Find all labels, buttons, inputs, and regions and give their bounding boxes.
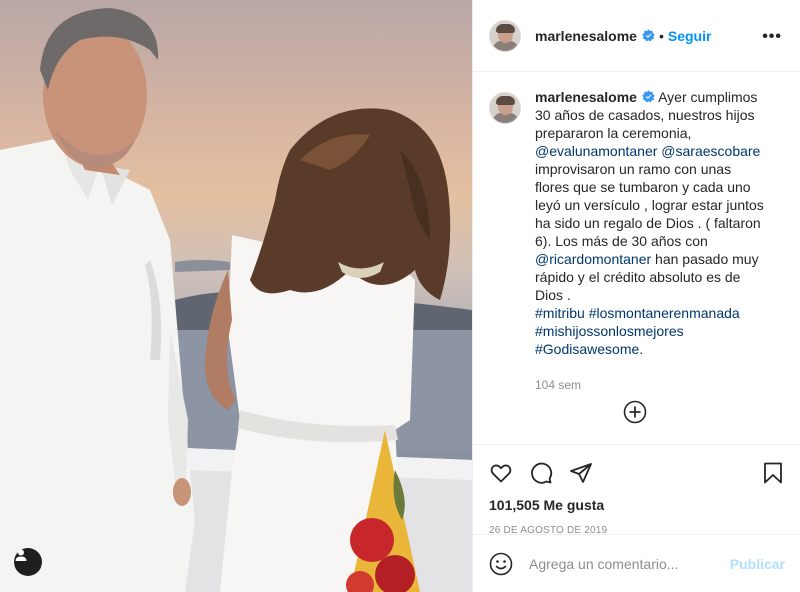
post-side-panel: marlenesalome • Seguir ••• marlenesalome…: [472, 0, 800, 592]
hashtag-link[interactable]: #mitribu: [535, 305, 585, 321]
separator-dot: •: [658, 27, 664, 44]
caption-time-ago[interactable]: 104 sem: [535, 376, 769, 394]
mention-link[interactable]: @evalunamontaner: [535, 143, 657, 159]
post-header: marlenesalome • Seguir •••: [473, 0, 800, 72]
caption-block: marlenesalome Ayer cumplimos 30 años de …: [473, 72, 800, 428]
photo-illustration: [0, 8, 472, 592]
publish-button[interactable]: Publicar: [730, 556, 785, 572]
avatar[interactable]: [489, 19, 521, 52]
load-more-comments-icon[interactable]: [623, 400, 647, 424]
caption-segment: improvisaron un ramo con unas flores que…: [535, 161, 764, 249]
post-actions: 101,505 Me gusta 26 de agosto de 2019: [473, 444, 800, 536]
mention-link[interactable]: @ricardomontaner: [535, 251, 651, 267]
avatar[interactable]: [489, 92, 521, 124]
caption-end: .: [639, 341, 644, 357]
username-link[interactable]: marlenesalome: [535, 28, 637, 44]
verified-badge-icon: [642, 90, 655, 103]
hashtag-link[interactable]: #losmontanerenmanada: [589, 305, 740, 321]
mention-link[interactable]: @saraescobare: [661, 143, 760, 159]
share-icon[interactable]: [569, 461, 593, 485]
user-tag-icon: [15, 549, 27, 561]
heart-icon[interactable]: [489, 461, 513, 485]
more-options-icon[interactable]: •••: [762, 28, 782, 46]
action-icons: [489, 453, 785, 493]
emoji-icon[interactable]: [489, 552, 513, 576]
comment-input[interactable]: [529, 555, 729, 572]
caption-text: marlenesalome Ayer cumplimos 30 años de …: [535, 88, 769, 428]
post-modal: marlenesalome • Seguir ••• marlenesalome…: [0, 0, 800, 592]
save-bookmark-icon[interactable]: [761, 461, 785, 485]
comment-bar: Publicar: [473, 534, 800, 592]
verified-badge-icon: [642, 29, 655, 42]
comment-icon[interactable]: [529, 461, 553, 485]
caption-username-link[interactable]: marlenesalome: [535, 89, 637, 105]
likes-count[interactable]: 101,505 Me gusta: [489, 497, 785, 513]
user-tag-button[interactable]: [14, 548, 42, 576]
hashtag-link[interactable]: #mishijossonlosmejores: [535, 323, 684, 339]
hashtag-link[interactable]: #Godisawesome: [535, 341, 639, 357]
follow-button[interactable]: Seguir: [668, 28, 712, 44]
post-photo[interactable]: [0, 0, 472, 592]
